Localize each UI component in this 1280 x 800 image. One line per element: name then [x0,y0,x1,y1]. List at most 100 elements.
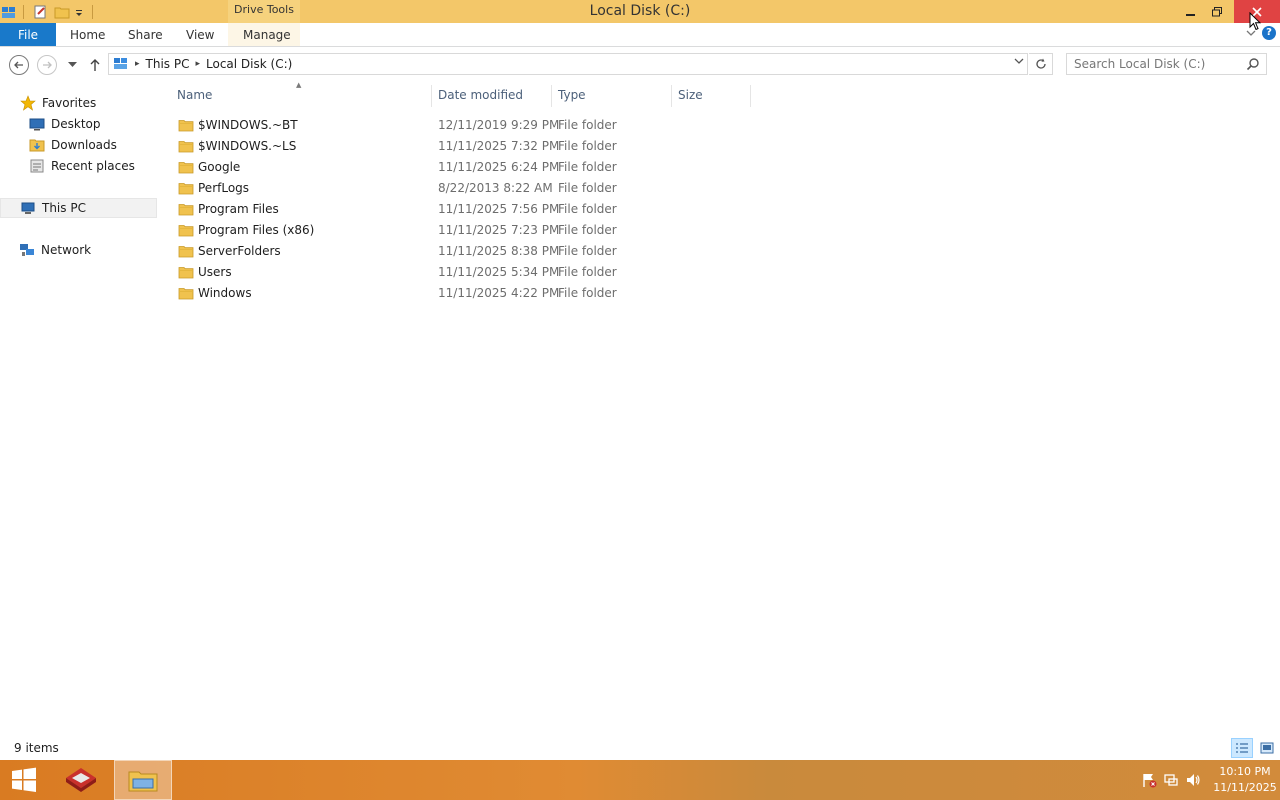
tab-share[interactable]: Share [128,23,163,46]
file-date-modified: 8/22/2013 8:22 AM [438,181,553,195]
breadcrumb-local-disk[interactable]: Local Disk (C:) [206,57,292,71]
network-tray-icon[interactable] [1160,760,1182,800]
nav-recent-places[interactable]: Recent places [29,156,135,176]
file-name: Windows [198,286,252,300]
clock-date: 11/11/2025 [1213,781,1277,794]
explorer-window-icon[interactable] [1,4,17,20]
server-manager-icon [66,768,96,792]
file-date-modified: 12/11/2019 9:29 PM [438,118,560,132]
table-row[interactable]: Program Files (x86) 11/11/2025 7:23 PM Fil… [170,220,770,241]
nav-network[interactable]: Network [19,240,91,260]
taskbar-file-explorer[interactable] [114,760,172,800]
breadcrumb-separator-icon[interactable]: ▸ [135,59,140,69]
breadcrumb-separator-icon[interactable]: ▸ [195,59,200,69]
chevron-down-icon [1014,58,1024,64]
nav-downloads[interactable]: Downloads [29,135,117,155]
tab-view[interactable]: View [186,23,214,46]
file-date-modified: 11/11/2025 8:38 PM [438,244,560,258]
column-header-date-modified[interactable]: Date modified [438,88,523,104]
address-bar[interactable]: ▸ This PC ▸ Local Disk (C:) [108,53,1028,75]
sort-ascending-icon: ▲ [296,81,302,89]
mouse-cursor-icon [1249,12,1261,31]
item-count: 9 items [14,741,59,755]
table-row[interactable]: $WINDOWS.~LS 11/11/2025 7:32 PM File folde… [170,136,770,157]
back-button[interactable] [9,55,29,75]
restore-button[interactable] [1204,0,1230,23]
start-button[interactable] [0,760,48,800]
nav-this-pc[interactable]: This PC [0,198,157,218]
address-row: ▸ This PC ▸ Local Disk (C:) [0,47,1280,81]
column-header-size[interactable]: Size [678,88,703,104]
minimize-button[interactable] [1178,0,1204,23]
recent-locations-button[interactable] [65,55,79,75]
search-input[interactable] [1067,54,1237,74]
tab-manage[interactable]: Manage [243,23,291,46]
file-type: File folder [558,202,617,216]
chevron-down-icon [67,62,77,67]
tab-file[interactable]: File [0,23,56,46]
address-history-dropdown[interactable] [1014,57,1024,68]
file-name: $WINDOWS.~LS [198,139,297,153]
customize-toolbar-chevron-icon[interactable] [74,4,84,20]
taskbar-server-manager[interactable] [52,760,110,800]
table-row[interactable]: $WINDOWS.~BT 12/11/2019 9:29 PM File folde… [170,115,770,136]
action-center-flag-icon[interactable] [1138,760,1160,800]
column-header-type[interactable]: Type [558,88,586,104]
restore-icon [1212,6,1222,16]
this-pc-icon [20,200,36,216]
file-date-modified: 11/11/2025 7:56 PM [438,202,560,216]
file-name: Program Files (x86) [198,223,315,237]
details-view-button[interactable] [1231,738,1253,758]
window-title: Local Disk (C:) [589,3,691,19]
nav-this-pc-label: This PC [42,201,86,215]
clock[interactable]: 10:10 PM 11/11/2025 [1210,764,1280,796]
table-row[interactable]: ServerFolders 11/11/2025 8:38 PM File fold… [170,241,770,262]
new-folder-icon[interactable] [54,4,70,20]
downloads-folder-icon [29,137,45,153]
file-date-modified: 11/11/2025 4:22 PM [438,286,560,300]
windows-logo-icon [12,767,36,792]
file-name: Program Files [198,202,279,216]
file-type: File folder [558,118,617,132]
forward-button[interactable] [37,55,57,75]
file-type: File folder [558,160,617,174]
breadcrumb-this-pc[interactable]: This PC [146,57,190,71]
taskbar: 10:10 PM 11/11/2025 [0,760,1280,800]
search-box[interactable] [1066,53,1267,75]
file-name: Users [198,265,232,279]
folder-icon [178,222,194,238]
properties-icon[interactable] [32,4,48,20]
search-icon[interactable] [1246,57,1260,74]
volume-icon[interactable] [1182,760,1204,800]
quick-access-toolbar [0,0,93,23]
column-header-name[interactable]: Name [177,88,212,104]
file-name: ServerFolders [198,244,281,258]
nav-desktop[interactable]: Desktop [29,114,101,134]
file-date-modified: 11/11/2025 7:32 PM [438,139,560,153]
forward-arrow-icon [43,61,52,69]
file-date-modified: 11/11/2025 7:23 PM [438,223,560,237]
up-button[interactable] [86,55,104,75]
folder-icon [178,117,194,133]
file-name: $WINDOWS.~BT [198,118,298,132]
status-bar: 9 items [0,738,1280,760]
system-tray: 10:10 PM 11/11/2025 [1138,760,1280,800]
tab-home[interactable]: Home [70,23,105,46]
navigation-pane: Favorites Desktop Downloads Recent place… [0,81,170,731]
table-row[interactable]: Users 11/11/2025 5:34 PM File folder [170,262,770,283]
nav-favorites[interactable]: Favorites [20,93,96,113]
large-icons-view-button[interactable] [1256,738,1278,758]
table-row[interactable]: Program Files 11/11/2025 7:56 PM File fold… [170,199,770,220]
table-row[interactable]: Google 11/11/2025 6:24 PM File folder [170,157,770,178]
table-row[interactable]: Windows 11/11/2025 4:22 PM File folder [170,283,770,304]
folder-icon [178,285,194,301]
nav-network-label: Network [41,243,92,257]
recent-places-icon [29,158,45,174]
file-date-modified: 11/11/2025 6:24 PM [438,160,560,174]
table-row[interactable]: PerfLogs 8/22/2013 8:22 AM File folder [170,178,770,199]
drive-tools-contextual-tab: Drive Tools [228,0,300,23]
help-icon[interactable]: ? [1262,26,1276,40]
file-list: ▲ Name Date modified Type Size $WINDOWS.… [170,81,1280,731]
refresh-button[interactable] [1029,53,1053,75]
file-date-modified: 11/11/2025 5:34 PM [438,265,560,279]
